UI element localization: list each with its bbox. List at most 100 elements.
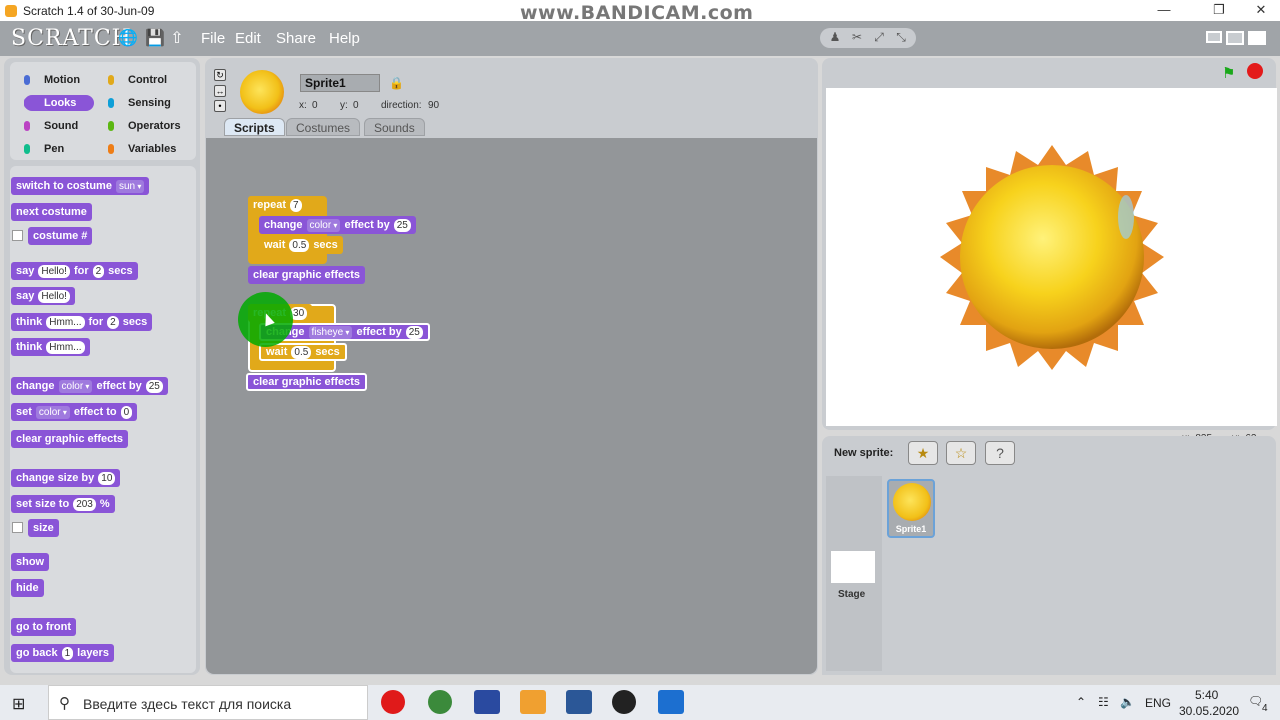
think-block[interactable]: think Hmm...: [11, 338, 90, 356]
save-icon[interactable]: 💾: [145, 30, 165, 48]
change-effect-block[interactable]: changecoloreffect by25: [11, 377, 168, 395]
wait-block[interactable]: wait 0.5 secs: [259, 236, 343, 254]
delete-tool-icon[interactable]: ✂: [848, 30, 866, 46]
sun-reflection: [1118, 195, 1134, 239]
rotation-none-icon[interactable]: •: [214, 100, 226, 112]
window-titlebar: Scratch 1.4 of 30-Jun-09 www.BANDICAM.co…: [0, 0, 1280, 24]
chrome-icon[interactable]: [428, 690, 452, 714]
share-icon[interactable]: ⇧: [168, 30, 186, 48]
random-sprite-icon[interactable]: ?: [985, 441, 1015, 465]
sprite-tile[interactable]: Sprite1: [887, 479, 935, 538]
think-for-block[interactable]: think Hmm... for 2 secs: [11, 313, 153, 331]
menu-share[interactable]: Share: [276, 30, 316, 47]
volume-icon[interactable]: 🔈: [1120, 695, 1135, 709]
presentation-mode-icon[interactable]: [1248, 31, 1266, 45]
category-variables[interactable]: Variables: [108, 141, 178, 157]
paint-sprite-icon[interactable]: ★: [908, 441, 938, 465]
maximize-button[interactable]: ❐: [1196, 0, 1242, 21]
clear-effects-script-block-2[interactable]: clear graphic effects: [246, 373, 367, 391]
green-flag-icon[interactable]: ⚑: [1222, 64, 1235, 82]
category-operators[interactable]: Operators: [108, 118, 181, 134]
say-for-block[interactable]: say Hello! for 2 secs: [11, 262, 138, 280]
category-looks[interactable]: Looks: [24, 95, 94, 111]
stage-thumbnail[interactable]: [831, 551, 875, 583]
language-indicator[interactable]: ENG: [1145, 696, 1171, 710]
switch-costume-block[interactable]: switch to costume sun: [11, 177, 150, 195]
rotation-full-icon[interactable]: ↻: [214, 69, 226, 81]
sprite-y: 0: [353, 100, 359, 111]
costume-dropdown[interactable]: sun: [115, 179, 145, 193]
scratch-taskbar-icon[interactable]: [520, 690, 546, 714]
category-motion[interactable]: Motion: [24, 72, 94, 88]
sun-sprite[interactable]: [940, 145, 1165, 370]
size-block[interactable]: size: [28, 519, 59, 537]
search-placeholder: Введите здесь текст для поиска: [83, 696, 292, 712]
close-button[interactable]: ✕: [1238, 0, 1280, 21]
set-effect-block[interactable]: setcoloreffect to0: [11, 403, 138, 421]
choose-sprite-icon[interactable]: ☆: [946, 441, 976, 465]
menu-file[interactable]: File: [201, 30, 225, 47]
set-size-block[interactable]: set size to 203%: [11, 495, 115, 513]
windows-taskbar: ⊞ ⚲ Введите здесь текст для поиска ⌃ ☷ 🔈…: [0, 685, 1280, 720]
windows-start-icon[interactable]: ⊞: [12, 694, 25, 714]
costume-num-checkbox[interactable]: [12, 230, 23, 241]
clear-effects-block[interactable]: clear graphic effects: [11, 430, 128, 448]
clock-time[interactable]: 5:40: [1195, 688, 1218, 702]
scratch-app-icon: [5, 4, 17, 17]
category-selector: Motion Control Looks Sensing Sound Opera…: [10, 62, 196, 160]
category-pen[interactable]: Pen: [24, 141, 94, 157]
menu-edit[interactable]: Edit: [235, 30, 261, 47]
normal-stage-icon[interactable]: [1226, 31, 1244, 45]
category-sound[interactable]: Sound: [24, 118, 94, 134]
floppy-app-icon[interactable]: [474, 690, 500, 714]
new-sprite-label: New sprite:: [834, 447, 894, 459]
window-title: Scratch 1.4 of 30-Jun-09: [23, 3, 155, 18]
notification-icon[interactable]: 🗨: [1248, 694, 1263, 708]
category-sensing[interactable]: Sensing: [108, 95, 178, 111]
menu-help[interactable]: Help: [329, 30, 360, 47]
sun-body: [960, 165, 1144, 349]
clock-date[interactable]: 30.05.2020: [1179, 704, 1239, 718]
stop-icon[interactable]: [1247, 63, 1263, 79]
category-control[interactable]: Control: [108, 72, 178, 88]
minimize-button[interactable]: —: [1141, 0, 1187, 21]
small-stage-icon[interactable]: [1206, 31, 1222, 43]
bandicam-icon[interactable]: [612, 690, 636, 714]
lock-icon[interactable]: 🔒: [389, 76, 404, 90]
network-icon[interactable]: ☷: [1098, 695, 1109, 709]
go-front-block[interactable]: go to front: [11, 618, 76, 636]
tab-costumes[interactable]: Costumes: [286, 118, 361, 136]
shrink-tool-icon[interactable]: ⤡: [892, 30, 910, 46]
sprite-tile-thumbnail: [893, 483, 931, 521]
rotation-leftright-icon[interactable]: ↔: [214, 85, 226, 97]
costume-num-block[interactable]: costume #: [28, 227, 93, 245]
tab-scripts[interactable]: Scripts: [224, 118, 285, 136]
change-size-block[interactable]: change size by 10: [11, 469, 121, 487]
tab-sounds[interactable]: Sounds: [364, 118, 425, 136]
search-icon: ⚲: [59, 695, 70, 712]
globe-icon[interactable]: 🌐: [118, 30, 138, 48]
sprite-x-label: x:: [299, 100, 307, 111]
say-block[interactable]: say Hello!: [11, 287, 75, 305]
clear-effects-script-block[interactable]: clear graphic effects: [248, 266, 365, 284]
word-icon[interactable]: [566, 690, 592, 714]
sprite-tools: ♟ ✂ ⤢ ⤡: [820, 28, 916, 48]
opera-icon[interactable]: [381, 690, 405, 714]
tray-chevron-icon[interactable]: ⌃: [1076, 695, 1086, 709]
go-back-block[interactable]: go back 1 layers: [11, 644, 114, 662]
taskbar-search[interactable]: ⚲ Введите здесь текст для поиска: [48, 685, 368, 720]
duplicate-tool-icon[interactable]: ♟: [826, 30, 844, 46]
size-checkbox[interactable]: [12, 522, 23, 533]
sprite-name-field[interactable]: Sprite1: [300, 74, 380, 92]
sprite-x: 0: [312, 100, 318, 111]
change-color-effect-block[interactable]: changecoloreffect by25: [259, 216, 416, 234]
sprite-direction: 90: [428, 100, 440, 111]
stage-label: Stage: [838, 589, 866, 600]
scratch-menubar: SCRATCH 🌐 💾 ⇧ File Edit Share Help ♟ ✂ ⤢…: [0, 21, 1280, 56]
hide-block[interactable]: hide: [11, 579, 44, 597]
show-block[interactable]: show: [11, 553, 50, 571]
next-costume-block[interactable]: next costume: [11, 203, 92, 221]
repeat-block-header[interactable]: repeat 7: [248, 196, 307, 214]
app-icon[interactable]: [658, 690, 684, 714]
grow-tool-icon[interactable]: ⤢: [870, 30, 888, 46]
